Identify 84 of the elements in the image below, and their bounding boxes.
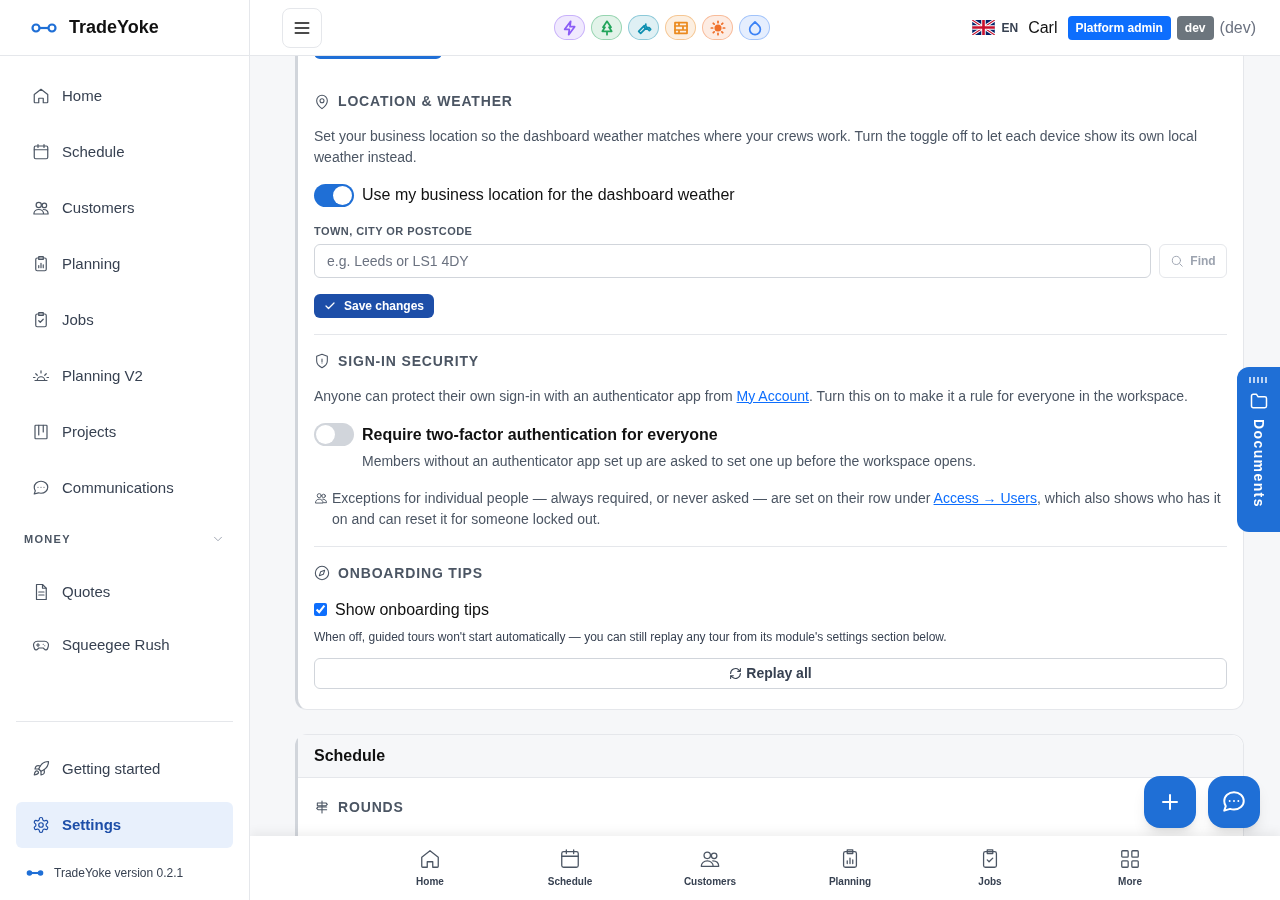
house-icon (32, 87, 50, 105)
bottom-nav-item[interactable]: Planning (780, 836, 920, 900)
section-title: ROUNDS (338, 797, 404, 817)
exceptions-note: Exceptions for individual people — always required, or never asked — are set on their row under Access → Users, which also shows who has it on and can reset it for someone locked out. (332, 488, 1222, 529)
sidebar-item[interactable]: Planning V2 (16, 353, 233, 399)
grip-icon (1248, 377, 1269, 383)
documents-tab[interactable]: Documents (1237, 367, 1280, 532)
version-text: TradeYoke version 0.2.1 (54, 865, 184, 882)
sidebar-item[interactable]: Home (16, 73, 233, 119)
chat-bubble-icon (1221, 789, 1247, 815)
section-description: Set your business location so the dashboard weather matches where your crews work. Turn the toggle off to let each device show its own local weather instead. (314, 127, 1198, 167)
rocket-icon (32, 760, 50, 778)
sidebar-item[interactable]: Jobs (16, 297, 233, 343)
calendar-icon (32, 143, 50, 161)
card-title: Schedule (314, 745, 386, 766)
sidebar-item[interactable]: Getting started (16, 746, 233, 792)
text-link[interactable]: My Account (736, 387, 809, 404)
clipboard-chart-icon (32, 255, 50, 273)
sidebar-item[interactable]: Quotes (16, 569, 233, 615)
grid-icon (1119, 847, 1141, 870)
field-label: TOWN, CITY OR POSTCODE (314, 224, 474, 239)
people-icon (314, 490, 328, 505)
bottom-nav-item[interactable]: Schedule (500, 836, 640, 900)
documents-label: Documents (1250, 419, 1268, 508)
brand-name: TradeYoke (69, 16, 159, 39)
toggle-hint: Members without an authenticator app set up are asked to set one up before the workspace opens. (362, 451, 978, 471)
refresh-icon (729, 666, 743, 680)
folder-icon (1248, 391, 1269, 411)
location-pin-icon (314, 93, 330, 110)
sidebar-item[interactable]: Settings (16, 802, 233, 848)
module-button[interactable] (591, 15, 623, 40)
calendar-icon (559, 847, 581, 870)
search-icon (1170, 253, 1185, 268)
logo-icon (26, 869, 44, 877)
role-badge: Platform admin (1067, 15, 1171, 40)
environment-label: (dev) (1219, 17, 1256, 38)
section-title: ONBOARDING TIPS (338, 563, 483, 583)
shield-icon (314, 353, 330, 369)
menu-button[interactable] (282, 7, 322, 48)
signpost-icon (314, 799, 330, 815)
module-button[interactable] (554, 15, 586, 40)
section-title: LOCATION & WEATHER (338, 92, 513, 111)
checkbox-label: Show onboarding tips (335, 599, 489, 620)
bottom-nav-item[interactable]: More (1060, 836, 1200, 900)
bottom-nav-item[interactable]: Jobs (920, 836, 1060, 900)
clipboard-check-icon (32, 311, 50, 329)
location-field[interactable]: e.g. Leeds or LS1 4DY (314, 243, 1151, 278)
people-icon (32, 199, 50, 217)
chat-button[interactable] (1208, 776, 1260, 828)
toggle-switch[interactable] (314, 183, 354, 207)
user-name: Carl (1028, 17, 1058, 38)
module-button[interactable] (739, 15, 771, 40)
section-title: SIGN-IN SECURITY (338, 351, 479, 371)
chat-bubble-icon (32, 479, 50, 497)
bottom-nav-item[interactable]: Home (360, 836, 500, 900)
toggle-switch[interactable] (314, 423, 354, 446)
replay-button[interactable]: Replay all (314, 657, 1227, 689)
sidebar-item[interactable]: Schedule (16, 129, 233, 175)
toggle-label: Require two-factor authentication for everyone (362, 424, 718, 445)
uk-flag-icon (972, 20, 996, 35)
checkbox[interactable] (314, 603, 327, 616)
sidebar-item[interactable]: Squeegee Rush (16, 622, 233, 668)
compass-icon (314, 565, 330, 581)
module-button[interactable] (665, 15, 697, 40)
section-description: Anyone can protect their own sign-in with an authenticator app from My Account. Turn this on to make it a rule for everyone in the workspace. (314, 386, 1189, 406)
toggle-label: Use my business location for the dashboard weather (362, 185, 735, 205)
sidebar-item[interactable]: Communications (16, 465, 233, 511)
settings-icon (32, 816, 50, 834)
add-button[interactable] (1144, 776, 1196, 828)
sidebar-item[interactable]: Customers (16, 185, 233, 231)
language-code[interactable]: EN (1001, 18, 1019, 37)
onboarding-hint: When off, guided tours won't start automatically — you can still replay any tour from its module's settings section below. (314, 628, 948, 646)
text-link[interactable]: Access → Users (933, 489, 1037, 506)
save-button[interactable]: Save changes (314, 293, 435, 318)
module-button[interactable] (702, 15, 734, 40)
house-icon (419, 847, 441, 870)
environment-badge: dev (1176, 15, 1214, 40)
sidebar-item[interactable]: Projects (16, 409, 233, 455)
sidebar-item[interactable]: Planning (16, 241, 233, 287)
money-group-header[interactable]: MONEY (24, 527, 225, 551)
logo-icon (31, 22, 57, 33)
bottom-nav-item[interactable]: Customers (640, 836, 780, 900)
kanban-icon (32, 423, 50, 441)
module-button[interactable] (628, 15, 660, 40)
